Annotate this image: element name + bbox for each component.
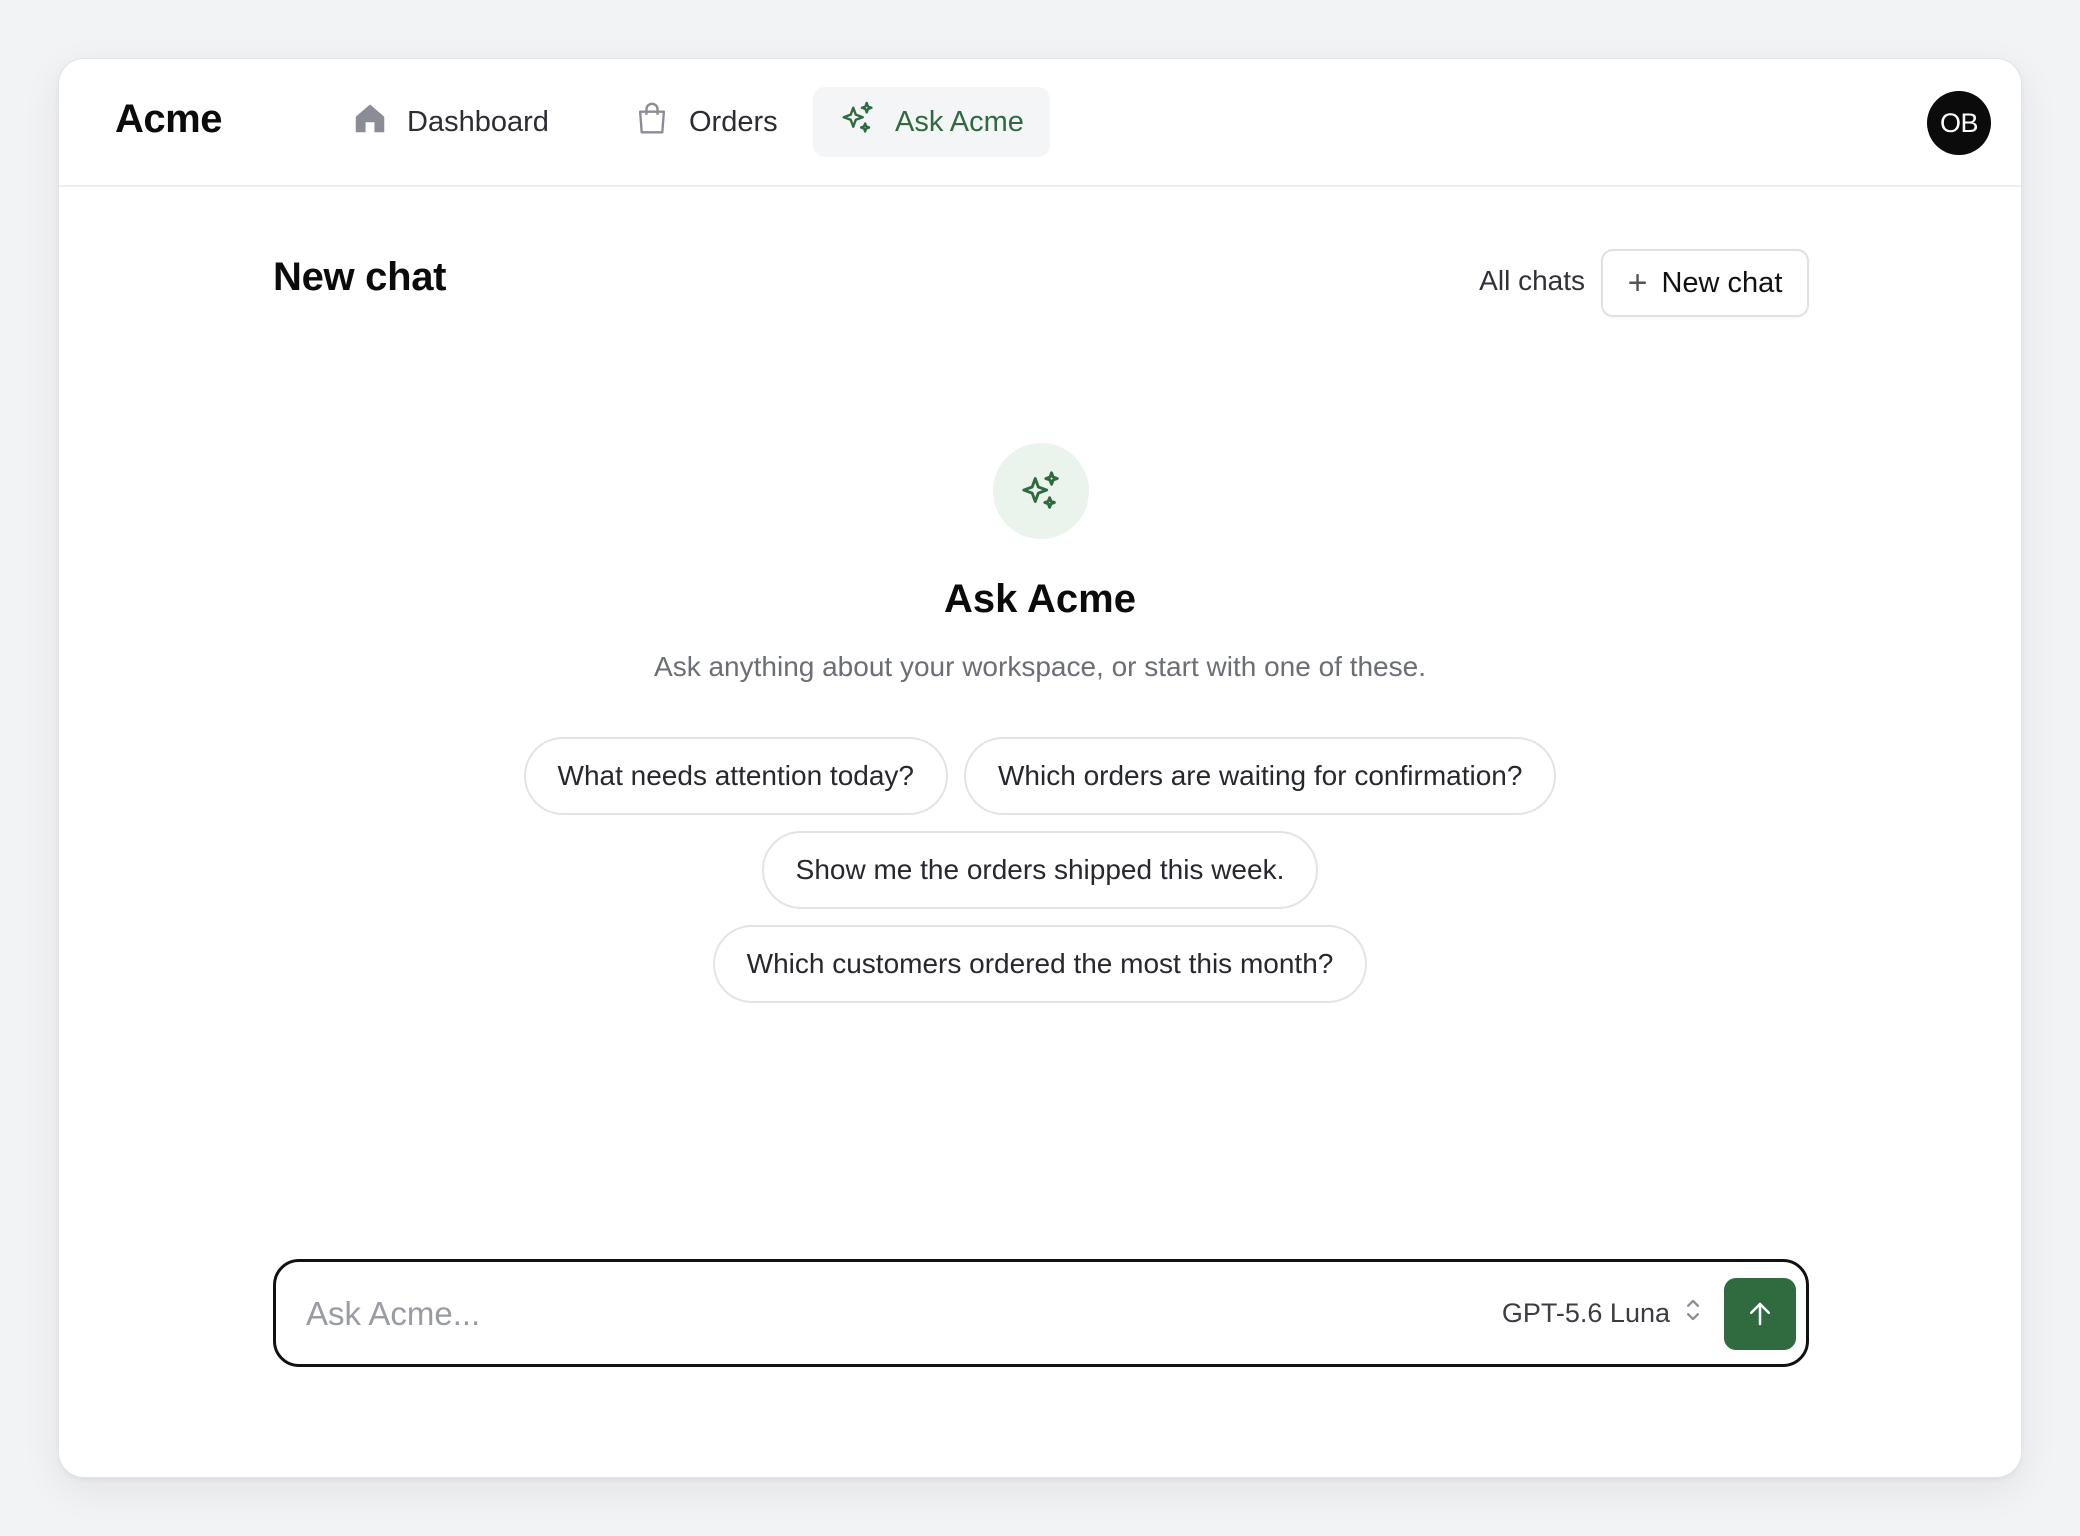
all-chats-link[interactable]: All chats [1479,265,1585,297]
suggestion-row: What needs attention today? Which orders… [59,737,2021,815]
nav-item-dashboard[interactable]: Dashboard [325,87,575,157]
top-navigation: Acme Dashboard Orders Ask Acme OB [59,59,2021,187]
chat-composer: GPT-5.6 Luna [273,1259,1809,1367]
app-window: Acme Dashboard Orders Ask Acme OB New ch… [58,58,2022,1478]
nav-item-label: Orders [689,105,778,138]
suggestion-list: What needs attention today? Which orders… [59,737,2021,1019]
arrow-up-icon [1750,1302,1770,1326]
hero-title: Ask Acme [944,577,1136,621]
chevron-up-down-icon [1684,1296,1702,1331]
chat-input[interactable] [306,1284,1406,1344]
shopping-bag-icon [633,99,671,145]
suggestion-row: Show me the orders shipped this week. [59,831,2021,909]
suggestion-chip[interactable]: Which customers ordered the most this mo… [712,925,1368,1003]
model-name: GPT-5.6 Luna [1501,1298,1670,1328]
brand-logo[interactable]: Acme [115,97,222,142]
user-avatar[interactable]: OB [1927,91,1991,155]
nav-item-ask-acme[interactable]: Ask Acme [813,87,1050,157]
suggestion-chip[interactable]: What needs attention today? [523,737,948,815]
suggestion-chip[interactable]: Show me the orders shipped this week. [761,831,1319,909]
new-chat-button[interactable]: + New chat [1601,249,1809,317]
suggestion-row: Which customers ordered the most this mo… [59,925,2021,1003]
page-title: New chat [273,255,447,299]
hero-sparkles-badge [993,443,1089,539]
home-icon [351,99,389,145]
plus-icon: + [1627,264,1648,302]
send-button[interactable] [1724,1278,1796,1350]
sparkles-icon [1022,471,1059,509]
suggestion-chip[interactable]: Which orders are waiting for confirmatio… [964,737,1557,815]
sparkles-icon [839,99,877,145]
model-selector[interactable]: GPT-5.6 Luna [1502,1296,1702,1331]
nav-item-label: Ask Acme [895,105,1024,138]
new-chat-label: New chat [1661,266,1783,299]
hero-subtitle: Ask anything about your workspace, or st… [654,651,1426,682]
nav-item-orders[interactable]: Orders [607,87,804,157]
nav-item-label: Dashboard [407,105,549,138]
